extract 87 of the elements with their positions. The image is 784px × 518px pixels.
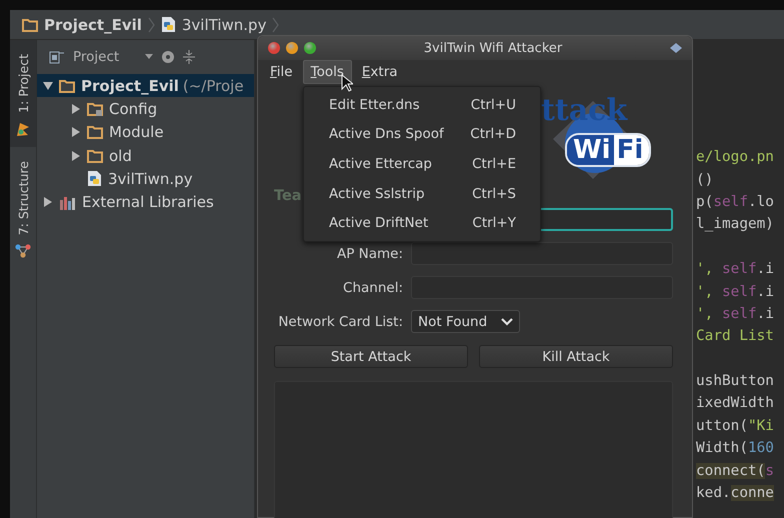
- code-line: l_imagem): [696, 215, 775, 234]
- menu-item-label: Active Ettercap: [329, 156, 432, 172]
- locate-icon[interactable]: [161, 50, 175, 64]
- folder-icon: [87, 125, 103, 140]
- code-line: ked.conne: [696, 484, 775, 504]
- panel-title[interactable]: Project: [73, 49, 137, 65]
- tool-window-tab[interactable]: 7: Structure: [10, 146, 36, 270]
- python-file-icon: [160, 16, 176, 33]
- tool-window-label: 7: Structure: [16, 160, 30, 236]
- code-line: connect(s: [696, 462, 775, 481]
- breadcrumb-item[interactable]: Project_Evil: [44, 16, 142, 34]
- libraries-icon: [59, 194, 76, 210]
- text-field[interactable]: [411, 242, 673, 265]
- diamond-icon[interactable]: [670, 43, 682, 53]
- project-view-icon: [49, 50, 65, 64]
- window-title: 3vilTwin Wifi Attacker: [422, 40, 564, 56]
- code-line: ', self.i: [696, 260, 775, 280]
- shortcut-label: Ctrl+U: [470, 96, 516, 113]
- shortcut-label: Ctrl+E: [472, 156, 516, 172]
- section-heading: Tea: [274, 188, 302, 206]
- menu-item[interactable]: Active Dns Spoof Ctrl+D: [304, 120, 540, 150]
- field-label: Network Card List:: [277, 314, 403, 330]
- tree-item-label: Module: [109, 123, 164, 142]
- tool-window-label: 1: Project: [16, 54, 30, 113]
- tree-item-label: old: [109, 146, 132, 165]
- menu-item[interactable]: Active Ettercap Ctrl+E: [304, 149, 540, 179]
- code-line: e/logo.pn: [696, 148, 775, 168]
- breadcrumb-item[interactable]: 3vilTiwn.py: [182, 16, 266, 34]
- folder-icon: [22, 18, 38, 32]
- tree-row[interactable]: 3vilTiwn.py: [37, 167, 254, 190]
- tree-row[interactable]: Module: [37, 120, 254, 144]
- python-file-icon: [87, 170, 102, 188]
- folder-icon: [87, 148, 103, 163]
- maximize-icon[interactable]: [304, 42, 316, 54]
- code-line: ushButton: [696, 372, 775, 392]
- expand-caret-icon[interactable]: [43, 197, 53, 208]
- settings-folder-icon: [87, 102, 103, 116]
- chevron-down-icon: [501, 318, 514, 326]
- chevron-right-icon: [272, 16, 280, 32]
- menu-item-label: Active Sslstrip: [329, 186, 425, 202]
- structure-icon: [15, 243, 31, 260]
- tree-row[interactable]: old: [37, 144, 254, 168]
- code-line: (): [696, 170, 714, 190]
- menu-item-label: Active DriftNet: [329, 215, 428, 232]
- tree-row[interactable]: External Libraries: [37, 190, 254, 214]
- tree-item-label: External Libraries: [82, 193, 214, 212]
- dropdown-caret-icon[interactable]: [145, 54, 153, 60]
- menu-title[interactable]: Extra: [354, 60, 406, 84]
- tree-item-label: 3vilTiwn.py: [108, 170, 193, 188]
- code-line: ixedWidth: [696, 394, 775, 414]
- tree-row[interactable]: Project_Evil (~/Proje: [37, 74, 254, 98]
- code-line: Width(160: [696, 439, 775, 458]
- code-line: ', self.i: [696, 304, 775, 324]
- shortcut-label: Ctrl+S: [472, 186, 516, 202]
- expand-caret-icon[interactable]: [71, 104, 81, 114]
- tree-item-path: (~/Proje: [182, 76, 244, 95]
- menu-item-label: Active Dns Spoof: [329, 126, 444, 142]
- code-line: utton("Ki: [696, 416, 775, 436]
- network-card-dropdown[interactable]: Not Found: [411, 310, 520, 333]
- menu-title[interactable]: Tools: [302, 60, 352, 84]
- tree-item-label: Project_Evil: [81, 76, 179, 95]
- attack-button[interactable]: Start Attack: [274, 345, 468, 368]
- attack-button[interactable]: Kill Attack: [479, 345, 673, 368]
- menu-item[interactable]: Active Sslstrip Ctrl+S: [304, 178, 540, 208]
- tree-row[interactable]: Config: [37, 97, 254, 121]
- menu-item[interactable]: Active DriftNet Ctrl+Y: [304, 208, 540, 238]
- menu-title[interactable]: File: [262, 60, 301, 84]
- collapse-icon[interactable]: [183, 50, 195, 64]
- tree-item-label: Config: [109, 100, 158, 118]
- menu-item-label: Edit Etter.dns: [329, 96, 420, 113]
- shortcut-label: Ctrl+D: [470, 126, 516, 142]
- expand-caret-icon[interactable]: [71, 127, 81, 138]
- field-label: Channel:: [342, 280, 403, 296]
- project-icon: [16, 120, 30, 137]
- chevron-right-icon: [148, 16, 155, 32]
- code-line: p(self.lo: [696, 192, 775, 212]
- tool-window-tab[interactable]: 1: Project: [10, 40, 36, 147]
- field-label: AP Name:: [336, 246, 403, 262]
- code-line: Card List: [696, 327, 775, 346]
- expand-caret-icon[interactable]: [43, 80, 53, 91]
- code-line: ', self.i: [696, 282, 775, 302]
- folder-icon: [59, 78, 75, 93]
- close-icon[interactable]: [268, 42, 280, 54]
- menu-item[interactable]: Edit Etter.dns Ctrl+U: [304, 90, 540, 120]
- expand-caret-icon[interactable]: [71, 150, 81, 161]
- shortcut-label: Ctrl+Y: [472, 215, 516, 232]
- minimize-icon[interactable]: [286, 42, 298, 54]
